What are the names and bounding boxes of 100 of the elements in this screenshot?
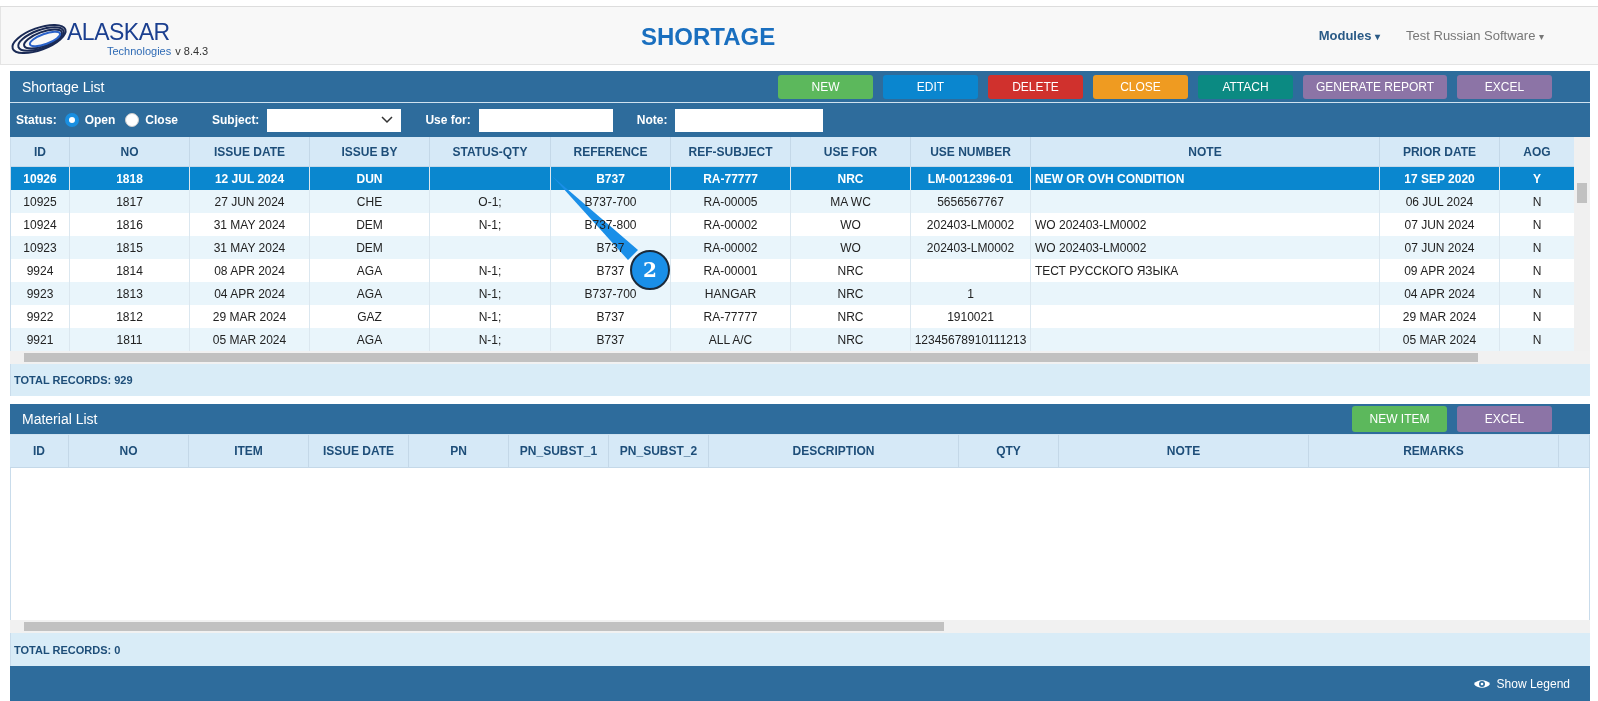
- column-header[interactable]: NO: [70, 137, 190, 166]
- column-header[interactable]: QTY: [959, 435, 1059, 467]
- table-cell: 27 JUN 2024: [214, 194, 285, 209]
- use-for-field[interactable]: [478, 108, 613, 132]
- toolbar-button[interactable]: EXCEL: [1457, 74, 1552, 99]
- table-cell: 202403-LM0002: [926, 217, 1015, 232]
- column-header[interactable]: NOTE: [1031, 137, 1380, 166]
- table-cell: 5656567767: [937, 194, 1004, 209]
- table-cell: B737: [596, 332, 625, 347]
- column-header[interactable]: REMARKS: [1309, 435, 1559, 467]
- table-cell: CHE: [356, 194, 383, 209]
- table-cell: 1811: [116, 332, 143, 347]
- table-cell: 07 JUN 2024: [1404, 240, 1475, 255]
- table-cell: B737: [596, 171, 625, 186]
- table-cell: 17 SEP 2020: [1404, 171, 1475, 186]
- table-cell: N-1;: [478, 217, 502, 232]
- horizontal-scrollbar[interactable]: [10, 351, 1590, 364]
- table-cell: RA-77777: [703, 309, 758, 324]
- brand-subtitle: Technologies: [107, 44, 172, 57]
- brand-name: ALASKAR: [67, 18, 171, 45]
- table-cell: RA-00005: [703, 194, 758, 209]
- table-cell: 06 JUL 2024: [1405, 194, 1474, 209]
- table-cell: NRC: [837, 332, 864, 347]
- table-cell: GAZ: [357, 309, 382, 324]
- column-header[interactable]: REF-SUBJECT: [671, 137, 791, 166]
- table-cell: WO: [840, 240, 861, 255]
- column-header[interactable]: PRIOR DATE: [1380, 137, 1500, 166]
- table-cell: N: [1532, 194, 1542, 209]
- table-cell: 29 MAR 2024: [1402, 309, 1477, 324]
- column-header[interactable]: PN: [409, 435, 509, 467]
- table-cell: N-1;: [478, 286, 502, 301]
- table-cell: 10924: [23, 217, 57, 232]
- toolbar-button[interactable]: EDIT: [883, 74, 978, 99]
- chevron-icon: [381, 116, 394, 124]
- column-header[interactable]: REFERENCE: [551, 137, 671, 166]
- table-cell: N-1;: [478, 309, 502, 324]
- table-row[interactable]: 10926 1818 12 JUL 2024 DUN B737 RA-77777 NRC LM-0012396-01 NEW OR OVH CONDITION 17 SEP 2020 Y: [11, 167, 1574, 190]
- table-cell: LM-0012396-01: [927, 171, 1014, 186]
- table-cell: ALL A/C: [708, 332, 753, 347]
- table-cell: RA-77777: [703, 171, 758, 186]
- table-cell: DUN: [356, 171, 383, 186]
- table-cell: N-1;: [478, 263, 502, 278]
- table-cell: 1816: [116, 217, 143, 232]
- table-cell: NRC: [837, 263, 864, 278]
- filter-label: Note:: [636, 113, 668, 127]
- toolbar-button[interactable]: GENERATE REPORT: [1303, 74, 1447, 99]
- column-header[interactable]: PN_SUBST_1: [509, 435, 609, 467]
- column-header[interactable]: ID: [10, 435, 69, 467]
- table-cell: O-1;: [478, 194, 502, 209]
- table-cell: N-1;: [478, 332, 502, 347]
- page-title: SHORTAGE: [641, 23, 776, 51]
- table-cell: MA WC: [830, 194, 871, 209]
- column-header[interactable]: DESCRIPTION: [709, 435, 959, 467]
- table-cell: AGA: [356, 263, 383, 278]
- total-records: TOTAL RECORDS: 929: [14, 374, 133, 386]
- column-header[interactable]: NO: [69, 435, 189, 467]
- horizontal-scrollbar[interactable]: [10, 620, 1590, 633]
- column-header[interactable]: USE FOR: [791, 137, 911, 166]
- filter-label: Status:: [16, 113, 57, 127]
- table-cell: RA-00001: [703, 263, 758, 278]
- table-cell: DEM: [356, 217, 383, 232]
- column-header[interactable]: USE NUMBER: [911, 137, 1031, 166]
- vertical-scrollbar[interactable]: [1574, 137, 1590, 351]
- radio-button[interactable]: [125, 113, 140, 127]
- nav-menu[interactable]: Test Russian Software ▾: [1406, 28, 1544, 43]
- table-cell: 1812: [116, 309, 143, 324]
- table-cell: Y: [1533, 171, 1541, 186]
- table-cell: 9924: [26, 263, 54, 278]
- table-cell: 07 JUN 2024: [1404, 217, 1475, 232]
- total-records: TOTAL RECORDS: 0: [14, 643, 121, 656]
- table-row[interactable]: 9921 1811 05 MAR 2024 AGA N-1; B737 ALL A/C NRC 12345678910111213 05 MAR 2024 N: [11, 328, 1574, 351]
- show-legend-link[interactable]: Show Legend: [1472, 676, 1570, 691]
- subject-dropdown[interactable]: [267, 108, 402, 132]
- note-field[interactable]: [675, 108, 824, 132]
- table-cell: RA-00002: [703, 240, 758, 255]
- table-cell: NEW OR OVH CONDITION: [1035, 171, 1185, 186]
- radio-button[interactable]: [64, 113, 79, 127]
- column-header[interactable]: ITEM: [189, 435, 309, 467]
- column-header[interactable]: NOTE: [1059, 435, 1309, 467]
- table-cell: WO 202403-LM0002: [1035, 217, 1147, 232]
- column-header[interactable]: PN_SUBST_2: [609, 435, 709, 467]
- table-cell: N: [1532, 217, 1542, 232]
- toolbar-button[interactable]: ATTACH: [1198, 74, 1293, 99]
- toolbar-button[interactable]: DELETE: [988, 74, 1083, 99]
- column-header[interactable]: STATUS-QTY: [430, 137, 551, 166]
- table-cell: 31 MAY 2024: [213, 217, 286, 232]
- table-cell: 09 APR 2024: [1404, 263, 1475, 278]
- table-row[interactable]: 10925 1817 27 JUN 2024 CHE O-1; B737-700 RA-00005 MA WC 5656567767 06 JUL 2024 N: [11, 190, 1574, 213]
- toolbar-button[interactable]: EXCEL: [1457, 406, 1552, 432]
- column-header[interactable]: ID: [11, 137, 70, 166]
- table-row[interactable]: 9923 1813 04 APR 2024 AGA N-1; B737-700 HANGAR NRC 1 04 APR 2024 N: [11, 282, 1574, 305]
- table-cell: 08 APR 2024: [214, 263, 285, 278]
- column-header[interactable]: ISSUE DATE: [190, 137, 310, 166]
- nav-menu[interactable]: Modules ▾: [1318, 28, 1381, 43]
- table-cell: 1: [967, 286, 974, 301]
- panel-title: Material List: [22, 411, 98, 427]
- table-cell: ТЕСТ РУССКОГО ЯЗЫКА: [1035, 263, 1179, 278]
- table-cell: 12 JUL 2024: [214, 171, 285, 186]
- column-header[interactable]: ISSUE BY: [310, 137, 430, 166]
- column-header[interactable]: ISSUE DATE: [309, 435, 409, 467]
